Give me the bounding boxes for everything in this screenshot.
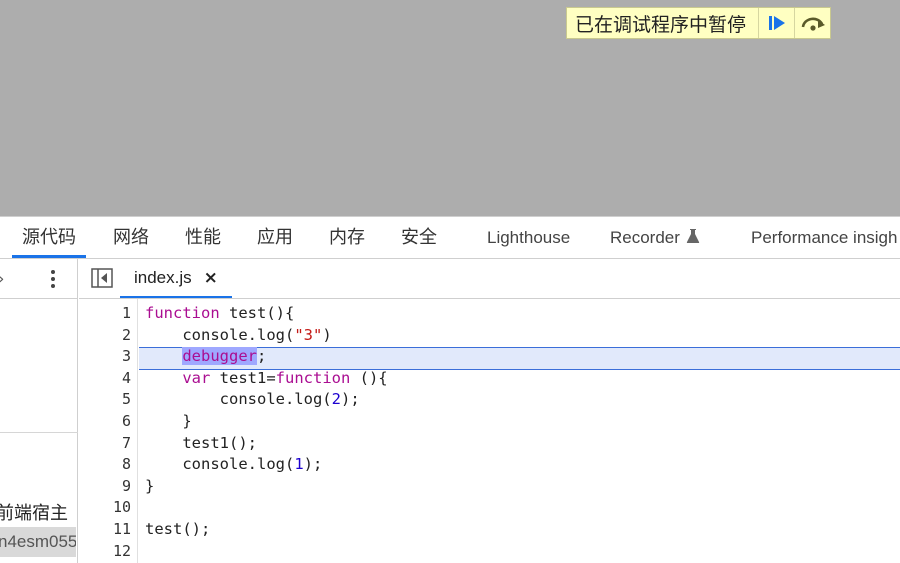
step-over-button[interactable] (794, 8, 830, 38)
tab-performance-insights[interactable]: Performance insigh (751, 217, 897, 258)
chevron-right-icon[interactable]: › (0, 269, 4, 288)
file-tab-index-js[interactable]: index.js × (120, 259, 232, 298)
line-number[interactable]: 4 (122, 368, 131, 390)
experimental-flask-icon (686, 229, 700, 243)
line-number[interactable]: 1 (122, 303, 131, 325)
editor-tab-strip: index.js × (79, 259, 900, 299)
tab-memory[interactable]: 内存 (329, 217, 365, 258)
code-line: var test1=function (){ (145, 368, 388, 390)
code-token: } (145, 476, 155, 495)
code-line: console.log(1); (145, 454, 322, 476)
code-token: ; (256, 347, 267, 366)
code-token: ); (303, 455, 323, 474)
code-token: var (182, 368, 211, 387)
toggle-navigator-icon[interactable] (91, 268, 113, 288)
paused-text: 已在调试程序中暂停 (575, 13, 747, 36)
resume-icon (768, 16, 785, 30)
code-line: console.log(2); (145, 389, 360, 411)
code-token: "3" (294, 325, 323, 344)
line-number[interactable]: 3 (122, 346, 131, 368)
code-token: test(){ (219, 304, 295, 322)
code-line: function test(){ (145, 303, 294, 325)
line-number-gutter[interactable]: 1 2 3 4 5 6 7 8 9 10 11 12 (79, 299, 138, 563)
line-number[interactable]: 6 (122, 411, 131, 433)
more-options-icon[interactable] (44, 267, 62, 291)
file-tab-label: index.js (134, 267, 192, 287)
tab-recorder[interactable]: Recorder (610, 217, 700, 258)
navigator-toolbar: › (0, 259, 78, 299)
code-line: } (145, 411, 192, 433)
tab-lighthouse[interactable]: Lighthouse (487, 217, 570, 258)
paused-in-debugger-overlay: 已在调试程序中暂停 (566, 7, 831, 39)
line-number[interactable]: 2 (122, 325, 131, 347)
code-token: ); (340, 390, 360, 409)
inspected-page-area: 已在调试程序中暂停 (0, 0, 900, 216)
code-token: test1= (210, 368, 276, 387)
code-line: debugger; (145, 346, 266, 368)
code-token: ) (322, 325, 332, 344)
tab-network[interactable]: 网络 (113, 217, 149, 258)
line-number[interactable]: 12 (113, 541, 131, 563)
code-line: test(); (145, 519, 210, 541)
tab-application[interactable]: 应用 (257, 217, 293, 258)
code-token: } (182, 412, 192, 430)
debugger-statement: debugger (182, 347, 257, 366)
code-token: test(); (145, 520, 211, 538)
code-line: test1(); (145, 433, 257, 455)
tab-performance[interactable]: 性能 (185, 217, 221, 258)
line-number[interactable]: 8 (122, 454, 131, 476)
code-editor[interactable]: function test(){ console.log("3") debugg… (139, 299, 900, 563)
code-token: console.log( (219, 390, 332, 409)
devtools-tab-bar: 源代码 网络 性能 应用 内存 安全 Lighthouse Recorder P… (0, 216, 900, 259)
code-token: (){ (350, 368, 388, 387)
code-token: 1 (294, 455, 304, 474)
sidebar-divider (0, 432, 78, 433)
sidebar-author-text: 前端宿主 (0, 503, 68, 524)
line-number[interactable]: 10 (113, 497, 131, 519)
code-token: 2 (331, 390, 341, 409)
line-number[interactable]: 7 (122, 433, 131, 455)
code-line: console.log("3") (145, 325, 332, 347)
tab-sources[interactable]: 源代码 (12, 217, 86, 258)
line-number[interactable]: 5 (122, 389, 131, 411)
sources-navigator-sidebar: › 前端宿主 n4esm055 (0, 259, 78, 563)
resume-button[interactable] (758, 8, 794, 38)
code-token: console.log( (182, 455, 295, 474)
tab-security[interactable]: 安全 (401, 217, 437, 258)
code-token: test1(); (182, 433, 257, 452)
sidebar-id-item[interactable]: n4esm055 (0, 527, 76, 557)
code-token: function (145, 304, 220, 322)
step-over-icon (801, 17, 825, 31)
close-icon[interactable]: × (204, 268, 218, 288)
line-number[interactable]: 9 (122, 476, 131, 498)
code-line: } (145, 476, 154, 498)
code-token: function (275, 368, 351, 387)
line-number[interactable]: 11 (113, 519, 131, 541)
code-token: console.log( (182, 325, 295, 344)
